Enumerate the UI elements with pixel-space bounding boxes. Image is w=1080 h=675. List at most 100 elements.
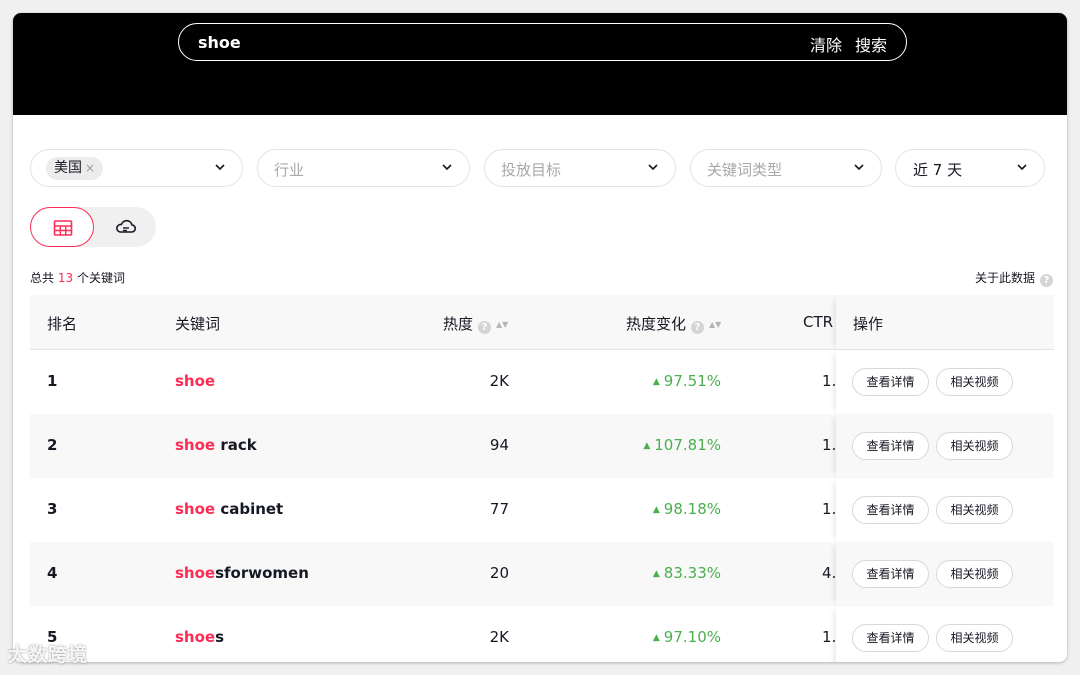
up-arrow-icon: ▲ [652,505,660,515]
region-tag: 美国 × [46,157,104,180]
watermark-logo: 大数跨境 [8,644,89,666]
heat-change-cell: ▲ 98.18% [653,500,721,518]
table-row: 3 shoe cabinet 77 ▲ 98.18% 1. 查看详情 相关视频 [30,478,1054,542]
rank-cell: 2 [47,436,58,454]
keyword-table: 排名 关键词 热度? ▲▼ 热度变化? ▲▼ CTR 操作 1 shoe 2K ▲ 9… [30,295,1054,662]
table-view-button[interactable] [30,207,94,247]
ctr-cell: 1.3 [822,372,836,390]
view-details-button[interactable]: 查看详情 [852,560,929,588]
about-data-link[interactable]: 关于此数据? [975,269,1053,287]
header-rank: 排名 [47,315,78,333]
chevron-down-icon [648,164,658,171]
header-actions: 操作 [853,315,884,333]
heat-cell: 2K [489,628,509,646]
view-details-button[interactable]: 查看详情 [852,496,929,524]
search-input[interactable]: shoe [198,33,241,52]
keyword-rest: s [215,628,225,646]
related-videos-button[interactable]: 相关视频 [936,560,1013,588]
heat-change-cell: ▲ 97.10% [653,628,721,646]
word-cloud-icon [116,219,137,233]
ctr-cell: 1.5 [822,628,836,646]
heat-change-value: 98.18% [663,500,721,518]
objective-placeholder: 投放目标 [501,161,562,179]
related-videos-button[interactable]: 相关视频 [936,496,1013,524]
clear-button[interactable]: 清除 [810,32,842,56]
help-icon[interactable]: ? [1040,274,1053,287]
table-header: 排名 关键词 热度? ▲▼ 热度变化? ▲▼ CTR 操作 [30,295,1054,350]
view-toggle [30,207,156,247]
keyword-match: shoe [175,628,216,646]
industry-filter[interactable]: 行业 [257,149,470,187]
keyword-link[interactable]: shoe cabinet [175,500,283,518]
chevron-down-icon [854,164,864,171]
objective-filter[interactable]: 投放目标 [484,149,676,187]
keyword-match: shoe [175,500,216,518]
keyword-link[interactable]: shoe [175,372,215,390]
table-row: 1 shoe 2K ▲97.51% 1.3 查看详情 相关视频 [30,350,1054,414]
sort-icon[interactable]: ▲▼ [496,320,508,329]
actions-cell: 查看详情 相关视频 [836,350,1054,414]
related-videos-button[interactable]: 相关视频 [936,432,1013,460]
related-videos-button[interactable]: 相关视频 [936,624,1013,652]
up-arrow-icon: ▲ [652,377,660,387]
top-bar: shoe 清除 搜索 [13,13,1067,115]
remove-tag-icon[interactable]: × [85,161,95,175]
count-prefix: 总共 [30,271,55,285]
keyword-rest: sforwomen [215,564,309,582]
keyword-match: shoe [175,436,216,454]
count-suffix: 个关键词 [76,271,125,285]
table-row: 5 shoes 2K ▲97.10% 1.5 查看详情 相关视频 [30,606,1054,662]
up-arrow-icon: ▲ [643,441,651,451]
keyword-type-filter[interactable]: 关键词类型 [690,149,882,187]
table-row: 2 shoe rack 94 ▲107.81% 1.5 查看详情 相关视频 [30,414,1054,478]
heat-cell: 20 [489,564,509,582]
related-videos-button[interactable]: 相关视频 [936,368,1013,396]
keyword-type-placeholder: 关键词类型 [707,161,783,179]
ctr-cell: 4.0 [822,564,836,582]
help-icon[interactable]: ? [691,321,705,334]
sort-icon[interactable]: ▲▼ [709,320,721,329]
period-filter[interactable]: 近 7 天 [895,149,1045,187]
chevron-down-icon [215,164,225,171]
keyword-match: shoe [175,372,216,390]
keyword-link[interactable]: shoes [175,628,224,646]
rank-cell: 3 [47,500,58,518]
chevron-down-icon [1017,164,1027,171]
header-heat-change[interactable]: 热度变化? ▲▼ [626,313,721,334]
keyword-count: 总共 13 个关键词 [30,269,125,286]
actions-cell: 查看详情 相关视频 [836,414,1054,478]
view-details-button[interactable]: 查看详情 [852,624,929,652]
heat-change-cell: ▲ 83.33% [653,564,721,582]
rank-cell: 1 [47,372,58,390]
view-details-button[interactable]: 查看详情 [852,432,929,460]
keyword-rest: rack [215,436,257,454]
up-arrow-icon: ▲ [652,569,660,579]
region-filter[interactable]: 美国 × [30,149,243,187]
heat-cell: 94 [489,436,509,454]
help-icon[interactable]: ? [478,321,492,334]
up-arrow-icon: ▲ [652,633,660,643]
heat-change-cell: ▲ 97.51% [653,372,721,390]
keyword-rest: cabinet [215,500,284,518]
search-box[interactable]: shoe 清除 搜索 [178,23,907,61]
table-row: 4 shoesforwomen 20 ▲83.33% 4.0 查看详情 相关视频 [30,542,1054,606]
header-heat[interactable]: 热度? ▲▼ [443,313,508,334]
header-heat-label: 热度 [443,315,474,333]
view-details-button[interactable]: 查看详情 [852,368,929,396]
keyword-link[interactable]: shoesforwomen [175,564,309,582]
heat-change-cell: ▲ 107.81% [643,436,721,454]
keyword-link[interactable]: shoe rack [175,436,257,454]
ctr-cell: 1. [822,500,836,518]
heat-cell: 77 [489,500,509,518]
heat-change-value: 83.33% [663,564,721,582]
ctr-cell: 1.5 [822,436,836,454]
table-icon [53,220,73,236]
period-value: 近 7 天 [913,161,963,179]
keyword-match: shoe [175,564,216,582]
heat-change-value: 97.10% [663,628,721,646]
search-button[interactable]: 搜索 [855,32,887,56]
rank-cell: 4 [47,564,58,582]
about-data-label: 关于此数据 [974,271,1035,285]
heat-change-value: 107.81% [654,436,721,454]
header-keyword: 关键词 [175,315,221,333]
